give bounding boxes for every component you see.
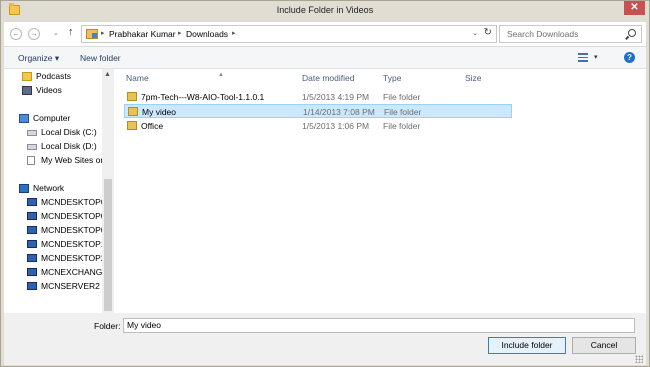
scroll-up-icon[interactable]: ▲ bbox=[104, 71, 111, 78]
sidebar-item-label: Local Disk (D:) bbox=[41, 141, 97, 151]
search-input[interactable]: Search Downloads bbox=[499, 25, 642, 43]
sidebar-item-label: MCNEXCHANGE bbox=[41, 267, 109, 277]
folder-label: Folder: bbox=[94, 321, 121, 331]
dialog-footer: Folder: My video Include folder Cancel bbox=[4, 313, 646, 365]
column-header-size[interactable]: Size bbox=[465, 73, 482, 83]
network-computer-icon bbox=[27, 212, 37, 220]
column-header-label: Name bbox=[126, 73, 149, 83]
sidebar-item-label: Videos bbox=[36, 85, 62, 95]
organize-button[interactable]: Organize ▾ bbox=[18, 53, 59, 64]
network-computer-icon bbox=[27, 240, 37, 248]
column-header-name[interactable]: Name ▲ bbox=[126, 72, 224, 83]
breadcrumb-downloads[interactable]: Downloads bbox=[186, 29, 228, 39]
file-list: Name ▲ Date modified Type Size 7pm-Tech-… bbox=[114, 69, 646, 313]
sidebar-item-label: Computer bbox=[33, 113, 71, 123]
sidebar-item-label: Network bbox=[33, 183, 65, 193]
sidebar-item-label: Podcasts bbox=[36, 71, 71, 81]
views-dropdown-button[interactable]: ▾ bbox=[594, 53, 598, 61]
sidebar-item-label: MCNDESKTOP07 bbox=[41, 197, 111, 207]
drive-icon bbox=[27, 130, 37, 136]
drive-icon bbox=[27, 144, 37, 150]
network-computer-icon bbox=[27, 282, 37, 290]
recent-locations-dropdown[interactable]: ⌄ bbox=[53, 29, 59, 37]
file-type: File folder bbox=[383, 121, 421, 131]
file-date: 1/5/2013 4:19 PM bbox=[302, 92, 370, 102]
file-row[interactable]: Office 1/5/2013 1:06 PM File folder bbox=[124, 119, 512, 133]
folder-icon bbox=[127, 121, 137, 130]
file-row[interactable]: 7pm-Tech---W8-AIO-Tool-1.1.0.1 1/5/2013 … bbox=[124, 90, 512, 104]
address-dropdown-button[interactable]: ⌄ bbox=[472, 29, 478, 37]
library-icon bbox=[22, 72, 32, 81]
back-button[interactable]: ← bbox=[10, 28, 22, 40]
chevron-right-icon[interactable]: ▸ bbox=[178, 29, 182, 37]
title-bar: Include Folder in Videos ✕ bbox=[1, 1, 649, 21]
file-row-selected[interactable]: My video 1/14/2013 7:08 PM File folder bbox=[124, 104, 512, 118]
network-computer-icon bbox=[27, 226, 37, 234]
resize-grip[interactable] bbox=[635, 355, 643, 363]
scrollbar-thumb[interactable] bbox=[104, 179, 112, 311]
user-folder-icon bbox=[86, 29, 98, 39]
folder-icon bbox=[128, 107, 138, 116]
window-title: Include Folder in Videos bbox=[276, 5, 374, 15]
dialog-window: Include Folder in Videos ✕ ← → ⌄ ↑ ▸ Pra… bbox=[0, 0, 650, 367]
file-type: File folder bbox=[384, 107, 422, 117]
sidebar-item-label: MCNSERVER2 bbox=[41, 281, 100, 291]
breadcrumb-user[interactable]: Prabhakar Kumar bbox=[109, 29, 176, 39]
help-icon[interactable]: ? bbox=[624, 52, 635, 63]
file-date: 1/5/2013 1:06 PM bbox=[302, 121, 370, 131]
include-folder-button[interactable]: Include folder bbox=[488, 337, 566, 354]
sidebar-scrollbar[interactable]: ▲ bbox=[102, 69, 114, 313]
column-header-type[interactable]: Type bbox=[383, 73, 401, 83]
navigation-pane: Podcasts Videos Computer Local Disk (C:)… bbox=[4, 69, 114, 313]
navigation-bar: ← → ⌄ ↑ ▸ Prabhakar Kumar ▸ Downloads ▸ … bbox=[4, 22, 646, 46]
folder-icon bbox=[127, 92, 137, 101]
network-computer-icon bbox=[27, 268, 37, 276]
command-bar: Organize ▾ New folder ▾ ? bbox=[4, 47, 646, 69]
file-date: 1/14/2013 7:08 PM bbox=[303, 107, 375, 117]
network-computer-icon bbox=[27, 254, 37, 262]
network-icon bbox=[19, 184, 29, 193]
sort-ascending-icon: ▲ bbox=[218, 72, 224, 78]
refresh-button[interactable]: ↻ bbox=[484, 27, 492, 38]
cancel-button[interactable]: Cancel bbox=[572, 337, 636, 354]
file-name: 7pm-Tech---W8-AIO-Tool-1.1.0.1 bbox=[141, 92, 265, 102]
sidebar-item-label: Local Disk (C:) bbox=[41, 127, 97, 137]
computer-icon bbox=[19, 114, 29, 123]
file-name: Office bbox=[141, 121, 164, 131]
video-library-icon bbox=[22, 86, 32, 95]
network-computer-icon bbox=[27, 198, 37, 206]
chevron-right-icon[interactable]: ▸ bbox=[232, 29, 236, 37]
up-button[interactable]: ↑ bbox=[68, 26, 74, 38]
search-icon[interactable] bbox=[628, 29, 636, 37]
sidebar-item-label: MCNDESKTOP27 bbox=[41, 253, 111, 263]
file-type: File folder bbox=[383, 92, 421, 102]
sidebar-item-label: MCNDESKTOP08 bbox=[41, 211, 111, 221]
address-bar[interactable]: ▸ Prabhakar Kumar ▸ Downloads ▸ ⌄ ↻ bbox=[81, 25, 497, 43]
search-placeholder: Search Downloads bbox=[507, 29, 579, 39]
folder-name-field[interactable]: My video bbox=[123, 318, 635, 333]
views-icon[interactable] bbox=[578, 53, 588, 62]
new-folder-button[interactable]: New folder bbox=[80, 53, 121, 63]
document-icon bbox=[27, 156, 35, 165]
close-button[interactable]: ✕ bbox=[624, 1, 645, 15]
sidebar-item-label: My Web Sites on bbox=[41, 155, 106, 165]
sidebar-item-label: MCNDESKTOP09 bbox=[41, 225, 111, 235]
chevron-right-icon[interactable]: ▸ bbox=[101, 29, 105, 37]
column-header-date[interactable]: Date modified bbox=[302, 73, 354, 83]
forward-button[interactable]: → bbox=[28, 28, 40, 40]
sidebar-item-label: MCNDESKTOP11 bbox=[41, 239, 110, 249]
file-name: My video bbox=[142, 107, 177, 117]
